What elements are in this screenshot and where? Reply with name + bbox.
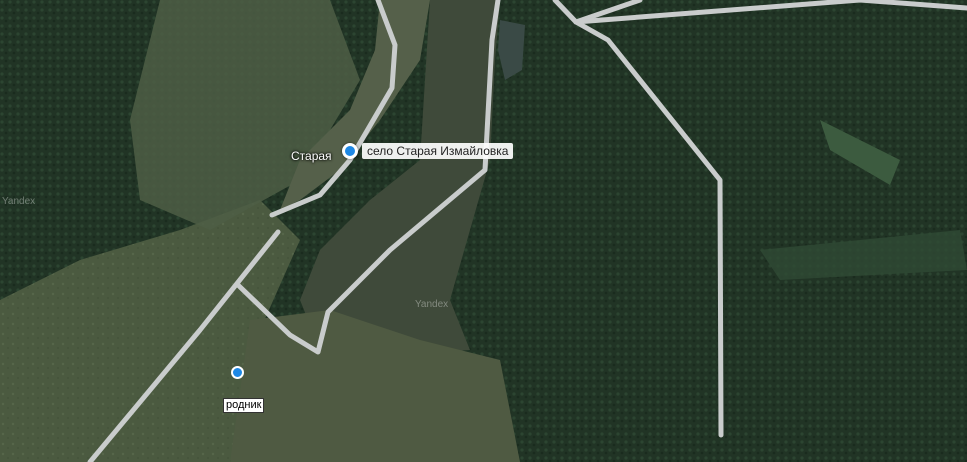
spring-marker[interactable] xyxy=(231,366,244,379)
selected-place-label[interactable]: село Старая Измайловка xyxy=(362,143,514,159)
selected-place-marker[interactable] xyxy=(342,143,358,159)
village-label[interactable]: Старая xyxy=(291,149,332,163)
spring-label[interactable]: родник xyxy=(223,398,265,413)
yandex-watermark: Yandex xyxy=(2,196,36,207)
yandex-watermark-center: Yandex xyxy=(415,299,449,310)
satellite-map[interactable] xyxy=(0,0,967,462)
